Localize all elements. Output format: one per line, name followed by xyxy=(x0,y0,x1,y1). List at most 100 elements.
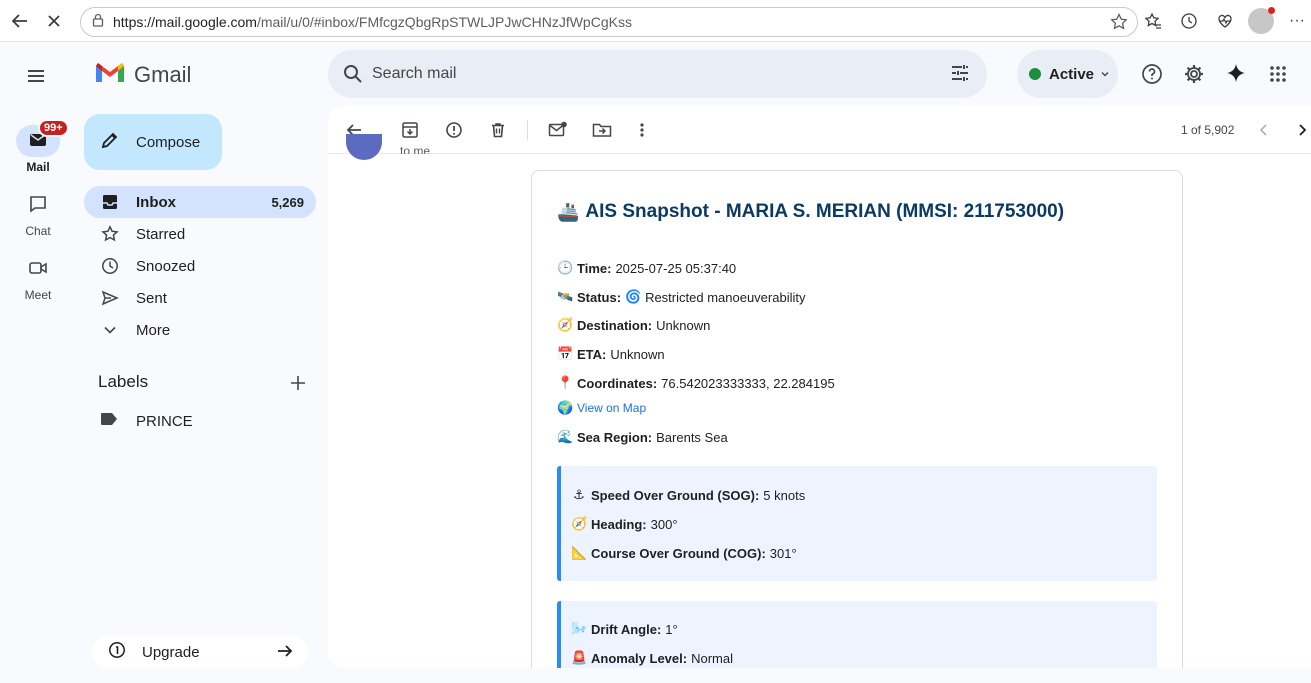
sog-label: Speed Over Ground (SOG): xyxy=(591,487,760,503)
report-spam-icon[interactable] xyxy=(444,120,464,140)
search-options-icon[interactable] xyxy=(949,62,971,89)
eta-label: ETA: xyxy=(577,346,607,362)
gemini-sparkle-icon[interactable] xyxy=(1222,60,1250,88)
more-vert-icon[interactable] xyxy=(632,120,652,140)
add-label-icon[interactable] xyxy=(288,373,308,398)
left-rail: 99+ Mail Chat Meet xyxy=(0,42,72,683)
drift-value: 1° xyxy=(665,621,678,637)
favorites-icon[interactable] xyxy=(1139,7,1167,35)
sea-region-label: Sea Region: xyxy=(577,429,653,445)
nav-snoozed-label: Snoozed xyxy=(136,257,196,275)
move-to-folder-icon[interactable] xyxy=(592,120,612,140)
cog-value: 301° xyxy=(769,545,797,561)
cyclone-icon: 🌀 xyxy=(625,289,642,304)
status-row-value: Restricted manoeuverability xyxy=(645,289,806,305)
more-options-icon[interactable]: ··· xyxy=(1283,7,1311,35)
upgrade-label: Upgrade xyxy=(142,643,200,661)
clock-icon xyxy=(100,256,120,276)
siren-icon: 🚨 xyxy=(571,650,588,665)
search-input[interactable] xyxy=(372,62,932,86)
sender-avatar[interactable] xyxy=(346,134,382,160)
stop-loading-icon[interactable] xyxy=(40,7,68,35)
view-on-map-link[interactable]: View on Map xyxy=(577,401,646,415)
health-icon[interactable] xyxy=(1211,7,1239,35)
chevron-down-icon xyxy=(1100,66,1110,83)
time-row: 🕒 Time: 2025-07-25 05:37:40 xyxy=(557,260,736,276)
nav-item-more[interactable]: More xyxy=(84,314,316,346)
main-menu-icon[interactable] xyxy=(24,64,48,93)
globe-icon: 🌍 xyxy=(557,400,574,415)
destination-label: Destination: xyxy=(577,317,653,333)
browser-actions: ··· xyxy=(1139,7,1311,35)
wind-icon: 🌬️ xyxy=(571,621,588,636)
nav-item-sent[interactable]: Sent xyxy=(84,282,316,314)
rail-mail[interactable]: 99+ Mail xyxy=(0,119,76,174)
clock-icon: 🕒 xyxy=(557,260,574,275)
compose-label: Compose xyxy=(136,133,201,151)
browser-toolbar: https://mail.google.com/mail/u/0/#inbox/… xyxy=(0,0,1311,42)
ais-snapshot-card: 🚢 AIS Snapshot - MARIA S. MERIAN (MMSI: … xyxy=(531,170,1183,668)
nav-item-snoozed[interactable]: Snoozed xyxy=(84,250,316,282)
sea-region-value: Barents Sea xyxy=(656,429,728,445)
coordinates-value: 76.542023333333, 22.284195 xyxy=(661,375,835,391)
heading-row: 🧭 Heading: 300° xyxy=(571,516,678,532)
chat-icon xyxy=(28,194,48,217)
help-icon[interactable] xyxy=(1138,60,1166,88)
ship-icon: 🚢 xyxy=(557,201,580,222)
back-arrow-icon[interactable] xyxy=(6,7,34,35)
toolbar-divider xyxy=(527,120,528,140)
upgrade-button[interactable]: Upgrade xyxy=(92,636,308,668)
compose-button[interactable]: Compose xyxy=(84,114,222,170)
archive-icon[interactable] xyxy=(400,120,420,140)
apps-grid-icon[interactable] xyxy=(1264,60,1292,88)
nav-starred-label: Starred xyxy=(136,225,186,243)
active-status-dot xyxy=(1029,68,1041,80)
calendar-icon: 📅 xyxy=(557,346,574,361)
address-bar[interactable]: https://mail.google.com/mail/u/0/#inbox/… xyxy=(80,7,1138,37)
nav-item-inbox[interactable]: Inbox 5,269 xyxy=(84,186,316,218)
video-camera-icon xyxy=(28,260,48,279)
nav-inbox-label: Inbox xyxy=(136,193,176,211)
gmail-logo[interactable]: Gmail xyxy=(94,60,191,89)
anomaly-label: Anomaly Level: xyxy=(591,650,688,666)
site-info-icon[interactable] xyxy=(91,13,105,32)
recipient-line[interactable]: to me xyxy=(400,144,430,154)
satellite-icon: 🛰️ xyxy=(557,289,574,304)
message-view: 1 of 5,902 to me 🚢 AIS Snapshot - MARIA … xyxy=(328,106,1311,668)
app-name: Gmail xyxy=(134,61,192,87)
profile-avatar[interactable] xyxy=(1247,7,1275,35)
sea-region-row: 🌊 Sea Region: Barents Sea xyxy=(557,429,728,445)
nav-item-starred[interactable]: Starred xyxy=(84,218,316,250)
anomaly-row: 🚨 Anomaly Level: Normal xyxy=(571,650,733,666)
coordinates-label: Coordinates: xyxy=(577,375,658,391)
older-chevron-icon[interactable] xyxy=(1292,120,1311,140)
inbox-icon xyxy=(100,192,120,212)
message-title-text: AIS Snapshot - MARIA S. MERIAN (MMSI: 21… xyxy=(585,201,1065,222)
rail-chat[interactable]: Chat xyxy=(0,189,76,238)
folder-nav: Inbox 5,269 Starred Snoozed Sent More xyxy=(84,186,316,346)
newer-chevron-icon[interactable] xyxy=(1254,120,1274,140)
delete-trash-icon[interactable] xyxy=(488,120,508,140)
url-path: /mail/u/0/#inbox/FMfcgzQbgRpSTWLJPJwCHNz… xyxy=(256,14,632,30)
arrow-right-icon xyxy=(276,642,294,664)
destination-value: Unknown xyxy=(656,317,711,333)
sog-value: 5 knots xyxy=(763,487,806,503)
rail-meet[interactable]: Meet xyxy=(0,253,76,302)
url-text[interactable]: https://mail.google.com/mail/u/0/#inbox/… xyxy=(113,14,632,30)
history-icon[interactable] xyxy=(1175,7,1203,35)
label-prince[interactable]: PRINCE xyxy=(100,412,193,430)
nav-sent-label: Sent xyxy=(136,289,167,307)
cog-label: Course Over Ground (COG): xyxy=(591,545,766,561)
mark-unread-icon[interactable] xyxy=(548,120,568,140)
search-icon[interactable] xyxy=(342,63,364,90)
heading-label: Heading: xyxy=(591,516,647,532)
labels-heading: Labels xyxy=(98,372,149,391)
eta-value: Unknown xyxy=(610,346,665,362)
status-selector[interactable]: Active xyxy=(1017,50,1118,98)
mail-unread-badge: 99+ xyxy=(38,119,69,137)
message-toolbar: 1 of 5,902 xyxy=(328,106,1311,154)
chevron-down-icon xyxy=(100,320,120,340)
url-host: https://mail.google.com xyxy=(113,14,257,30)
favorite-star-icon[interactable] xyxy=(1109,12,1129,37)
settings-gear-icon[interactable] xyxy=(1180,60,1208,88)
